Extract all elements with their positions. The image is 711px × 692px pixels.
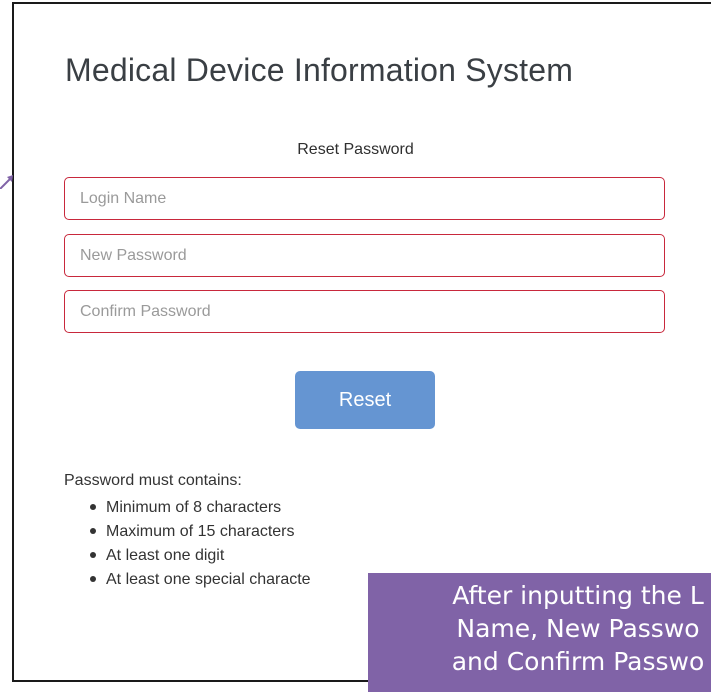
callout-line: Name, New Passwo xyxy=(456,614,700,643)
new-password-input[interactable] xyxy=(64,234,665,277)
login-name-input[interactable] xyxy=(64,177,665,220)
rule-text: Minimum of 8 characters xyxy=(106,499,282,516)
bullet-icon xyxy=(90,527,96,534)
page-subtitle: Reset Password xyxy=(297,141,414,158)
callout-arrow-icon xyxy=(0,175,13,189)
list-item: Minimum of 8 characters xyxy=(64,496,311,520)
rule-text: At least one special characte xyxy=(106,571,311,588)
callout-line: After inputting the L xyxy=(452,581,704,610)
list-item: At least one digit xyxy=(64,544,311,568)
bullet-icon xyxy=(90,551,96,558)
callout-line: and Confirm Passwo xyxy=(451,647,705,676)
callout-text: After inputting the L Name, New Passwo a… xyxy=(368,579,711,678)
instruction-callout: After inputting the L Name, New Passwo a… xyxy=(368,573,711,692)
list-item: At least one special characte xyxy=(64,568,311,592)
list-item: Maximum of 15 characters xyxy=(64,520,311,544)
password-rules-heading: Password must contains: xyxy=(64,472,242,489)
page-title: Medical Device Information System xyxy=(65,52,574,88)
rule-text: At least one digit xyxy=(106,547,225,564)
rule-text: Maximum of 15 characters xyxy=(106,523,295,540)
confirm-password-input[interactable] xyxy=(64,290,665,333)
password-rules-list: Minimum of 8 characters Maximum of 15 ch… xyxy=(64,496,311,592)
reset-button[interactable]: Reset xyxy=(295,371,435,429)
bullet-icon xyxy=(90,503,96,510)
bullet-icon xyxy=(90,575,96,582)
